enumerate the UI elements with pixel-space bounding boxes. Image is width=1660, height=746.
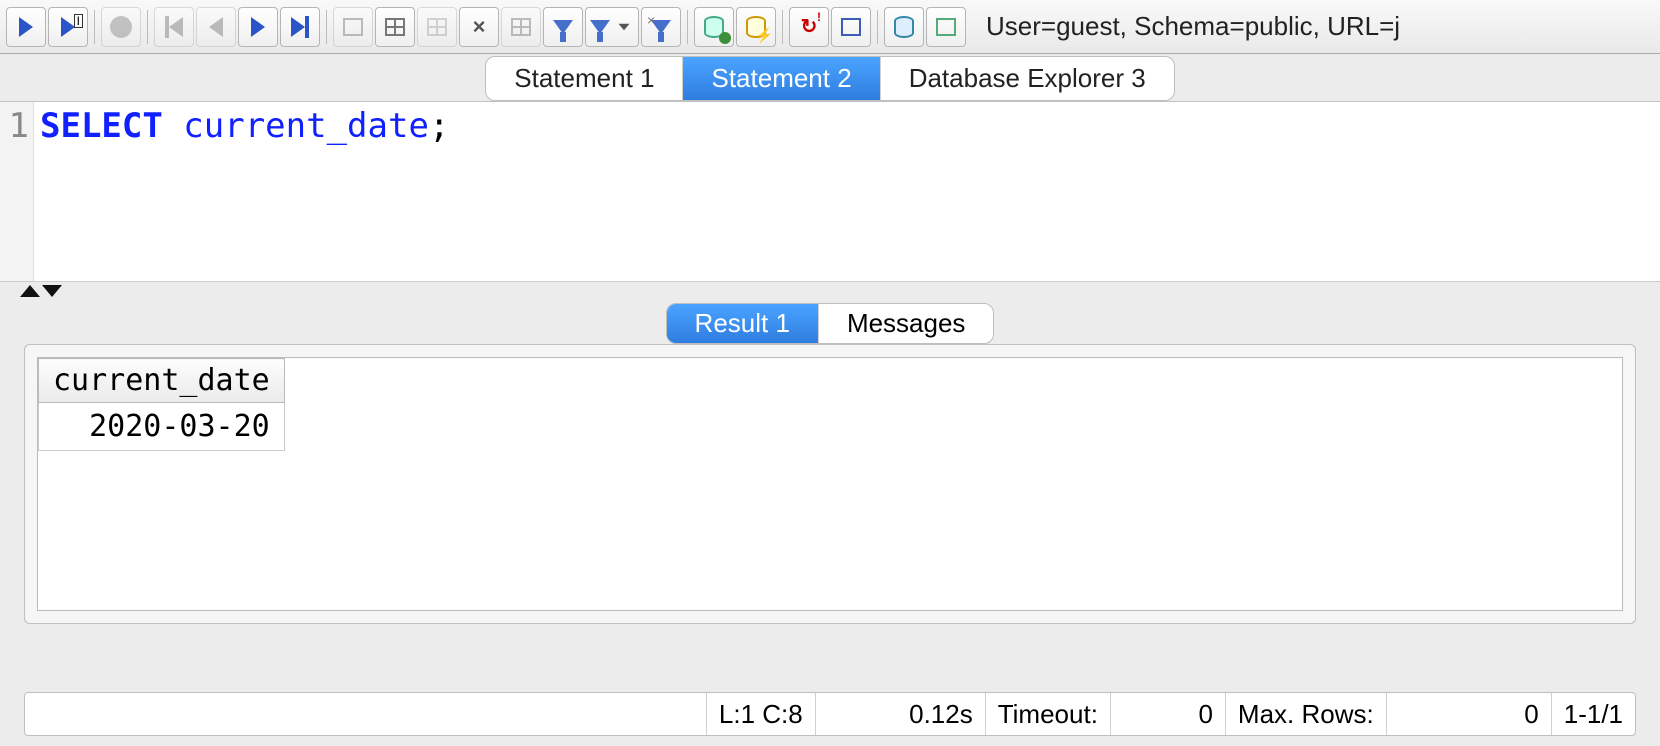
cell[interactable]: 2020-03-20 xyxy=(39,403,285,451)
filter-dropdown-icon xyxy=(590,20,610,34)
duplicate-row-button[interactable] xyxy=(417,7,457,47)
delete-row-icon: × xyxy=(473,16,486,38)
db-details-icon xyxy=(936,18,956,36)
last-icon xyxy=(291,17,305,37)
save-button[interactable] xyxy=(333,7,373,47)
tab-result-1[interactable]: Result 1 xyxy=(667,304,819,343)
result-panel: current_date 2020-03-20 xyxy=(24,344,1636,624)
commit-icon xyxy=(511,18,531,36)
reconnect-icon: ↻ xyxy=(801,14,818,39)
insert-row-icon xyxy=(385,18,405,36)
caret-up-icon xyxy=(20,285,40,297)
result-tabs: Result 1 Messages xyxy=(666,303,995,344)
schema-button[interactable] xyxy=(831,7,871,47)
separator xyxy=(94,10,95,44)
separator xyxy=(782,10,783,44)
result-tabbar: Result 1 Messages xyxy=(0,300,1660,344)
prev-button[interactable] xyxy=(196,7,236,47)
cursor-position: L:1 C:8 xyxy=(707,693,816,735)
next-icon xyxy=(251,17,265,37)
stop-icon xyxy=(110,16,132,38)
run-icon xyxy=(19,17,33,37)
sql-keyword: SELECT xyxy=(40,106,163,146)
editor-gutter: 1 xyxy=(0,102,34,281)
column-header[interactable]: current_date xyxy=(39,359,285,403)
db-script-button[interactable]: ⚡ xyxy=(736,7,776,47)
prev-icon xyxy=(209,17,223,37)
schema-icon xyxy=(841,18,861,36)
sql-editor[interactable]: 1 SELECT current_date; xyxy=(0,102,1660,282)
insert-row-button[interactable] xyxy=(375,7,415,47)
line-number: 1 xyxy=(9,106,29,146)
timeout-input[interactable] xyxy=(1123,699,1213,730)
maxrows-label: Max. Rows: xyxy=(1226,693,1387,735)
status-bar: L:1 C:8 0.12s Timeout: Max. Rows: 1-1/1 xyxy=(24,692,1636,736)
separator xyxy=(147,10,148,44)
sql-identifier: current_date xyxy=(163,106,429,146)
run-button[interactable] xyxy=(6,7,46,47)
toolbar: I × ⚡ ↻! User=guest, Schema=public, URL=… xyxy=(0,0,1660,54)
tab-database-explorer-3[interactable]: Database Explorer 3 xyxy=(881,57,1174,100)
maxrows-field-cell xyxy=(1387,693,1552,735)
stop-button[interactable] xyxy=(101,7,141,47)
connection-info: User=guest, Schema=public, URL=j xyxy=(986,11,1400,42)
clear-filter-button[interactable] xyxy=(641,7,681,47)
table-row[interactable]: 2020-03-20 xyxy=(39,403,285,451)
db-browser-button[interactable] xyxy=(884,7,924,47)
timeout-field-cell xyxy=(1111,693,1226,735)
tab-statement-1[interactable]: Statement 1 xyxy=(486,57,683,100)
separator xyxy=(687,10,688,44)
chevron-down-icon xyxy=(619,23,630,30)
clear-filter-icon xyxy=(651,20,671,34)
tab-statement-2[interactable]: Statement 2 xyxy=(683,57,880,100)
status-spacer xyxy=(25,693,707,735)
separator xyxy=(326,10,327,44)
split-handle[interactable] xyxy=(0,282,1660,300)
filter-icon xyxy=(553,20,573,34)
delete-row-button[interactable]: × xyxy=(459,7,499,47)
statement-tabs: Statement 1 Statement 2 Database Explore… xyxy=(485,56,1174,101)
tab-messages[interactable]: Messages xyxy=(819,304,994,343)
elapsed-time: 0.12s xyxy=(816,693,986,735)
duplicate-row-icon xyxy=(427,18,447,36)
filter-button[interactable] xyxy=(543,7,583,47)
statement-tabbar: Statement 1 Statement 2 Database Explore… xyxy=(0,54,1660,102)
run-to-cursor-button[interactable]: I xyxy=(48,7,88,47)
caret-down-icon xyxy=(42,285,62,297)
save-icon xyxy=(343,18,363,36)
separator xyxy=(877,10,878,44)
db-browser-icon xyxy=(894,16,914,38)
first-button[interactable] xyxy=(154,7,194,47)
next-button[interactable] xyxy=(238,7,278,47)
commit-button[interactable] xyxy=(501,7,541,47)
filter-dropdown-button[interactable] xyxy=(585,7,639,47)
maxrows-input[interactable] xyxy=(1399,699,1539,730)
db-details-button[interactable] xyxy=(926,7,966,47)
row-range: 1-1/1 xyxy=(1552,693,1635,735)
last-button[interactable] xyxy=(280,7,320,47)
editor-code: SELECT current_date; xyxy=(0,102,1660,146)
timeout-label: Timeout: xyxy=(986,693,1111,735)
result-scroll[interactable]: current_date 2020-03-20 xyxy=(37,357,1623,611)
result-table: current_date 2020-03-20 xyxy=(38,358,285,451)
db-refresh-button[interactable] xyxy=(694,7,734,47)
reconnect-button[interactable]: ↻! xyxy=(789,7,829,47)
sql-punct: ; xyxy=(429,106,449,146)
